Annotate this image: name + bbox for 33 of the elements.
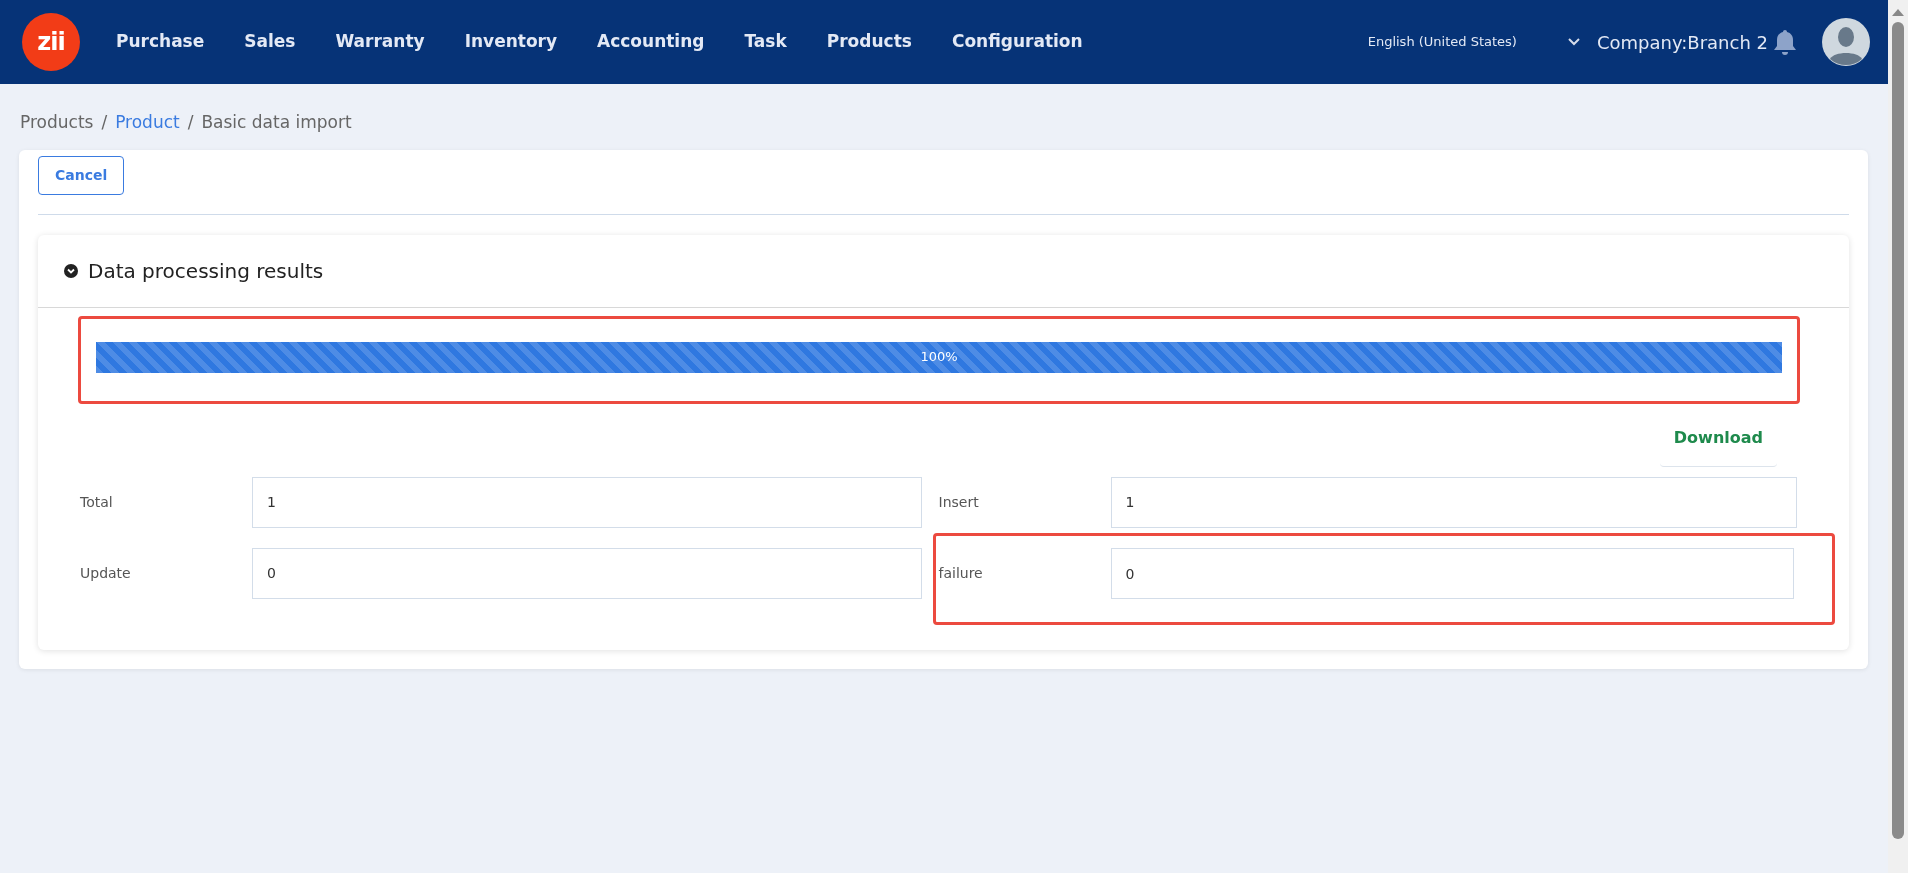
language-selector[interactable]: English (United States) <box>1367 32 1517 52</box>
menu-item[interactable]: Purchase <box>96 29 225 55</box>
panel-title: Data processing results <box>88 257 324 285</box>
logo[interactable]: zii <box>22 13 80 71</box>
field-label: failure <box>938 564 984 583</box>
progress-reading: 100% <box>920 348 958 367</box>
breadcrumb-item: Products <box>20 112 94 132</box>
field-label: Insert <box>938 492 980 512</box>
input-field[interactable]: 0 <box>252 547 922 599</box>
scrollbar[interactable] <box>1888 0 1908 873</box>
collapse-toggle-icon[interactable] <box>64 263 78 278</box>
menu-item[interactable]: Warranty <box>315 29 445 55</box>
breadcrumb-item: Basic data import <box>201 112 352 132</box>
scroll-up-icon[interactable] <box>1892 8 1904 16</box>
menu-item[interactable]: Products <box>806 29 932 55</box>
breadcrumb-item[interactable]: Product <box>115 112 180 132</box>
input-field[interactable]: 0 <box>1110 548 1794 599</box>
breadcrumb-separator: / <box>101 112 108 132</box>
cancel-button[interactable]: Cancel <box>38 155 125 195</box>
input-field[interactable]: 1 <box>252 476 922 528</box>
menu-item[interactable]: Accounting <box>577 29 725 55</box>
chevron-down-icon[interactable] <box>1566 37 1581 47</box>
company-name: Company:Branch 2 <box>1596 30 1768 55</box>
menu-item[interactable]: Inventory <box>444 29 578 55</box>
bell-icon[interactable] <box>1772 28 1798 56</box>
menu-item[interactable]: Task <box>724 29 807 55</box>
menu-item[interactable]: Sales <box>224 29 316 55</box>
menu-item[interactable]: Configuration <box>931 29 1103 55</box>
field-label: Total <box>80 492 114 512</box>
field-label: Update <box>80 563 132 583</box>
breadcrumb-separator: / <box>187 112 194 132</box>
avatar-icon[interactable] <box>1822 18 1870 66</box>
input-field[interactable]: 1 <box>1110 476 1797 528</box>
